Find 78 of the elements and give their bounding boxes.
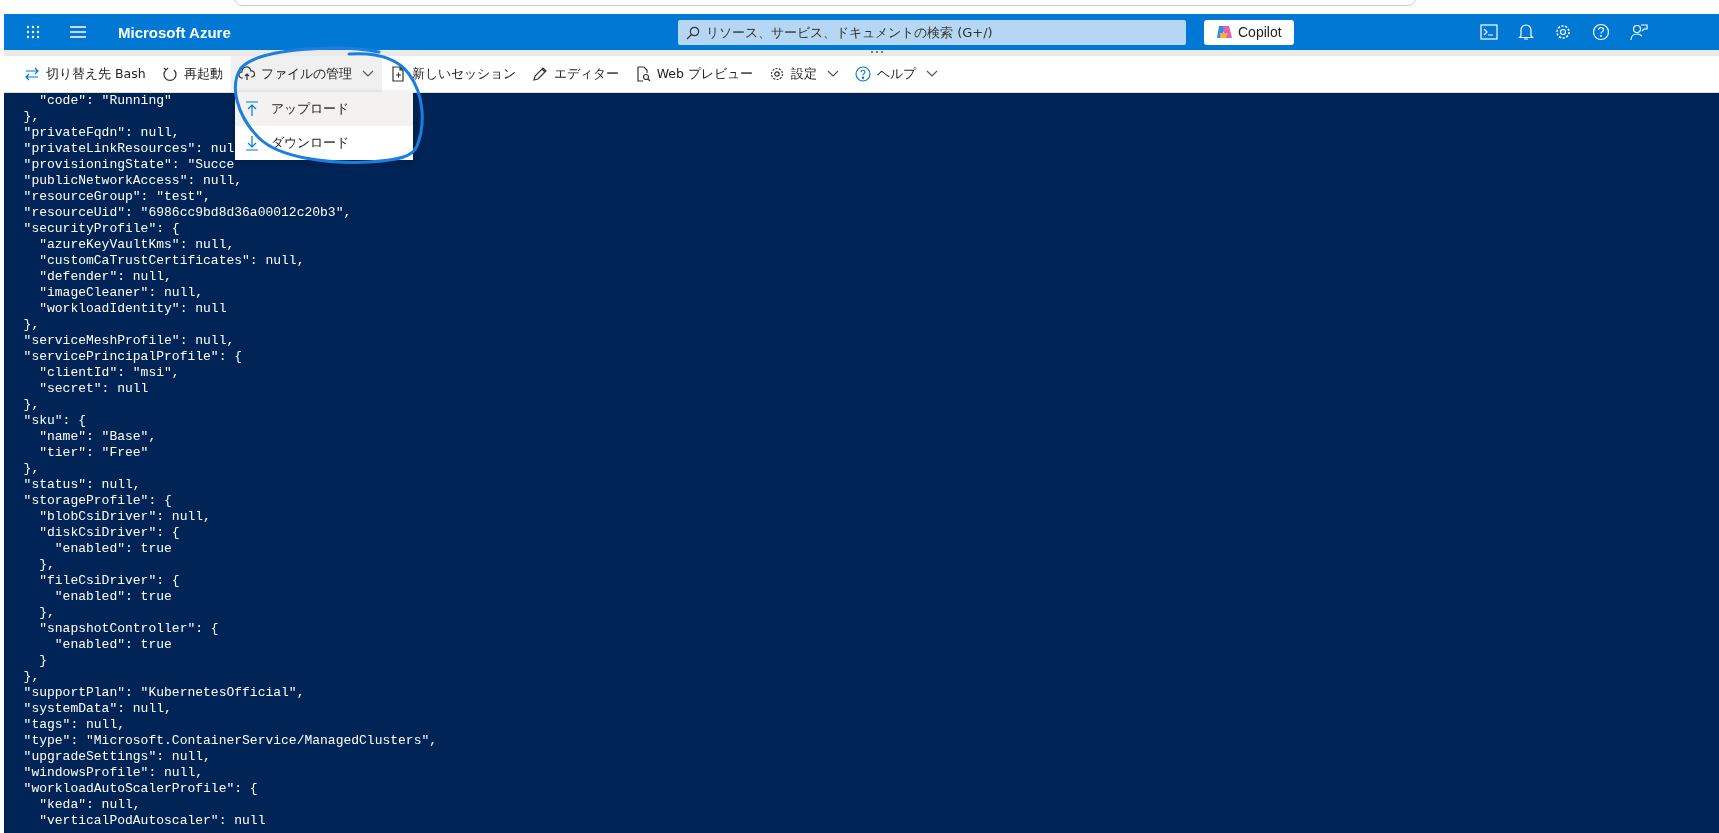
- toolbar-button[interactable]: 設定: [760, 56, 847, 92]
- terminal-line: },: [38, 605, 55, 621]
- terminal-line: "verticalPodAutoscaler": null: [38, 813, 266, 829]
- terminal-line: "code": "Running": [38, 93, 172, 109]
- terminal-line: "status": null,: [22, 477, 141, 493]
- terminal-line: "privateLinkResources": nul: [22, 141, 235, 157]
- terminal-line: },: [38, 557, 55, 573]
- terminal-icon[interactable]: [1479, 24, 1498, 40]
- terminal-line: "privateFqdn": null,: [22, 125, 180, 141]
- search-field[interactable]: リソース、サービス、ドキュメントの検索 (G+/): [678, 19, 1186, 45]
- cloud-upload-icon: [238, 66, 255, 82]
- portal-title[interactable]: Microsoft Azure: [118, 23, 678, 41]
- feedback-person-icon[interactable]: [1629, 23, 1648, 41]
- download-arrow-icon: [244, 135, 259, 151]
- terminal-line: },: [22, 397, 40, 413]
- upload-arrow-icon: [244, 101, 259, 117]
- terminal-line: "resourceUid": "6986cc9bd8d36a00012c20b3",: [22, 205, 352, 221]
- toolbar-button[interactable]: ファイルの管理: [230, 56, 382, 92]
- terminal-line: "type": "Microsoft.ContainerService/ManagedClusters",: [22, 733, 438, 749]
- help-icon[interactable]: [1591, 23, 1610, 41]
- toolbar-button[interactable]: 再起動: [153, 56, 231, 92]
- toolbar-button[interactable]: 切り替え先 Bash: [16, 56, 154, 92]
- terminal-line: "upgradeSettings": null,: [22, 749, 211, 765]
- swap-arrows-icon: [24, 66, 40, 82]
- gear-icon: [768, 66, 785, 82]
- terminal-line: "windowsProfile": null,: [22, 765, 204, 781]
- web-preview-icon: [634, 66, 651, 82]
- terminal-line: "resourceGroup": "test",: [22, 189, 211, 205]
- terminal-line: "tier": "Free": [38, 445, 149, 461]
- terminal-line: "diskCsiDriver": {: [38, 525, 180, 541]
- terminal-line: "tags": null,: [22, 717, 126, 733]
- terminal-panel[interactable]: [4, 93, 1719, 833]
- menu-item[interactable]: アップロード: [234, 92, 413, 126]
- toolbar-button[interactable]: Web プレビュー: [626, 56, 761, 92]
- terminal-line: "securityProfile": {: [22, 221, 180, 237]
- terminal-line: },: [22, 109, 40, 125]
- terminal-line: "enabled": true: [53, 541, 172, 557]
- terminal-line: "clientId": "msi",: [38, 365, 180, 381]
- terminal-line: "fileCsiDriver": {: [38, 573, 180, 589]
- terminal-line: "snapshotController": {: [38, 621, 219, 637]
- terminal-line: "workloadAutoScalerProfile": {: [22, 781, 258, 797]
- toolbar-button[interactable]: エディター: [523, 56, 627, 92]
- terminal-line: "systemData": null,: [22, 701, 172, 717]
- terminal-line: "workloadIdentity": null: [38, 301, 227, 317]
- terminal-line: "enabled": true: [53, 589, 172, 605]
- terminal-line: "publicNetworkAccess": null,: [22, 173, 243, 189]
- terminal-line: "secret": null: [38, 381, 149, 397]
- toolbar-button[interactable]: ヘルプ: [846, 56, 946, 92]
- terminal-line: "supportPlan": "KubernetesOfficial",: [22, 685, 305, 701]
- terminal-line: "imageCleaner": null,: [38, 285, 204, 301]
- copilot-logo-icon: [1216, 24, 1232, 40]
- notification-bell-icon[interactable]: [1517, 23, 1534, 41]
- resize-handle-icon[interactable]: [869, 50, 884, 54]
- menu-icon[interactable]: [70, 26, 86, 38]
- terminal-line: "blobCsiDriver": null,: [38, 509, 211, 525]
- toolbar-button[interactable]: 新しいセッション: [381, 56, 524, 92]
- terminal-line: "storageProfile": {: [22, 493, 172, 509]
- restart-icon: [161, 66, 178, 82]
- app-grid-icon[interactable]: [26, 25, 40, 39]
- terminal-line: "provisioningState": "Succe: [22, 157, 235, 173]
- new-session-icon: [389, 66, 406, 82]
- terminal-line: "sku": {: [22, 413, 86, 429]
- terminal-line: "enabled": true: [53, 637, 172, 653]
- settings-icon[interactable]: [1553, 23, 1572, 41]
- terminal-line: },: [22, 669, 40, 685]
- help-icon: [854, 66, 871, 82]
- terminal-line: "keda": null,: [38, 797, 141, 813]
- terminal-line: "defender": null,: [38, 269, 172, 285]
- terminal-line: "name": "Base",: [38, 429, 157, 445]
- copilot-button[interactable]: Copilot: [1204, 19, 1294, 45]
- terminal-line: }: [38, 653, 47, 669]
- terminal-line: },: [22, 461, 40, 477]
- pencil-icon: [531, 66, 548, 82]
- terminal-line: "customCaTrustCertificates": null,: [38, 253, 305, 269]
- terminal-line: "servicePrincipalProfile": {: [22, 349, 243, 365]
- terminal-line: },: [22, 317, 40, 333]
- terminal-line: "serviceMeshProfile": null,: [22, 333, 235, 349]
- terminal-line: "azureKeyVaultKms": null,: [38, 237, 235, 253]
